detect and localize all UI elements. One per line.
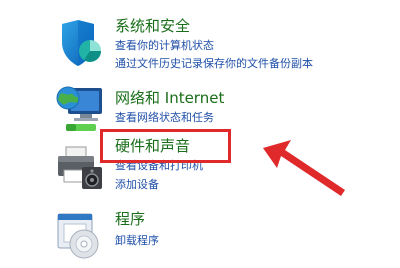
shield-icon[interactable] [54, 18, 104, 68]
highlight-box [100, 129, 231, 163]
printer-speaker-icon[interactable] [54, 145, 104, 195]
link-view-computer-status[interactable]: 查看你的计算机状态 [115, 39, 214, 53]
link-uninstall-program[interactable]: 卸载程序 [115, 234, 159, 248]
link-view-network-status[interactable]: 查看网络状态和任务 [115, 111, 214, 125]
programs-disc-icon[interactable] [54, 210, 104, 260]
category-title-network-internet[interactable]: 网络和 Internet [115, 89, 224, 107]
category-title-programs[interactable]: 程序 [115, 210, 145, 228]
network-globe-icon[interactable] [54, 82, 104, 132]
category-title-system-security[interactable]: 系统和安全 [115, 17, 190, 35]
link-file-history-backup[interactable]: 通过文件历史记录保存你的文件备份副本 [115, 57, 313, 71]
link-add-device[interactable]: 添加设备 [115, 178, 159, 192]
red-arrow-icon [263, 140, 345, 196]
